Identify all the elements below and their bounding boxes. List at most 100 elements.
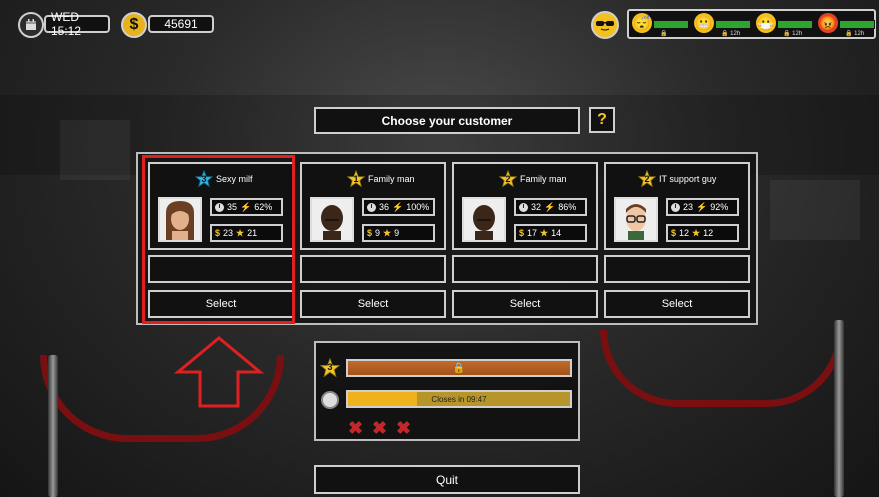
- customer-rating: 12: [703, 228, 714, 238]
- customer-level: 2: [644, 174, 650, 184]
- clock-icon: [321, 391, 339, 409]
- angry-face-icon: 😡: [818, 13, 838, 33]
- customer-money: 12: [679, 228, 690, 238]
- customer-satisfaction: 92%: [710, 202, 729, 212]
- strike-icon: ✖: [348, 418, 364, 438]
- level-star-icon: 2: [499, 170, 517, 188]
- money-rating-stat: $ 17 ★ 14: [514, 224, 587, 242]
- clock-icon: [671, 202, 680, 212]
- money-value: 45691: [164, 17, 198, 31]
- customer-name: Family man: [520, 174, 567, 184]
- time-satisfaction-stat: 32 ⚡ 86%: [514, 198, 587, 216]
- select-button[interactable]: Select: [604, 290, 750, 318]
- quit-button[interactable]: Quit: [314, 465, 580, 494]
- mood-timer-label: 12h: [854, 31, 865, 37]
- star-icon: ★: [540, 227, 549, 238]
- dialog-title: Choose your customer: [314, 107, 580, 134]
- customer-level: 2: [505, 174, 511, 184]
- tutorial-highlight-frame: [142, 155, 295, 324]
- customer-empty-slot: [452, 255, 598, 283]
- day-time-display: WED 15:12: [44, 10, 110, 38]
- mood-bar-grimace: [715, 20, 751, 29]
- lock-icon: 🔒: [660, 31, 668, 37]
- customer-time: 23: [683, 202, 694, 212]
- money-icon: $: [121, 12, 147, 38]
- time-satisfaction-stat: 36 ⚡ 100%: [362, 198, 435, 216]
- customer-rating: 14: [551, 228, 562, 238]
- progress-panel: 3 🔒 Closes in 09:47 ✖ ✖ ✖: [314, 341, 580, 441]
- glasses-man-portrait: [614, 197, 658, 242]
- level-star-icon: 3: [319, 357, 341, 378]
- customer-empty-slot: [300, 255, 446, 283]
- customer-info: 1 Family man 36 ⚡ 100% $ 9 ★ 9: [300, 162, 446, 250]
- day-time-text: WED 15:12: [51, 10, 82, 38]
- mood-timer-label: 12h: [730, 31, 741, 37]
- dialog-title-text: Choose your customer: [381, 113, 513, 128]
- customer-rating: 9: [394, 228, 400, 238]
- money-rating-stat: $ 9 ★ 9: [362, 224, 435, 242]
- grimace-face-icon: 😬: [694, 13, 714, 33]
- mood-bar-sleep: [653, 20, 689, 29]
- star-icon: ★: [383, 227, 392, 238]
- timer-text: Closes in 09:47: [431, 394, 487, 404]
- customer-level: 1: [353, 174, 359, 184]
- calendar-icon: [18, 12, 44, 38]
- customer-info: 2 IT support guy 23 ⚡ 92% $ 12 ★ 12: [604, 162, 750, 250]
- star-icon: ★: [692, 227, 701, 238]
- select-button-label: Select: [661, 298, 693, 310]
- help-icon: ?: [597, 111, 607, 128]
- customer-name: Family man: [368, 174, 415, 184]
- select-button[interactable]: Select: [452, 290, 598, 318]
- help-button[interactable]: ?: [589, 107, 615, 133]
- mood-lock-label: 🔒 12h: [783, 31, 803, 37]
- sunglasses-face-icon[interactable]: [591, 11, 619, 39]
- money-display: 45691: [148, 15, 214, 33]
- select-button-label: Select: [509, 298, 541, 310]
- dollar-icon: $: [367, 228, 373, 238]
- customer-card: 1 Family man 36 ⚡ 100% $ 9 ★ 9 Select: [300, 162, 446, 319]
- lightning-icon: ⚡: [544, 201, 556, 212]
- customer-money: 17: [527, 228, 538, 238]
- customer-money: 9: [375, 228, 381, 238]
- man-portrait: [310, 197, 354, 242]
- customer-info: 2 Family man 32 ⚡ 86% $ 17 ★ 14: [452, 162, 598, 250]
- up-arrow-icon: [174, 336, 264, 408]
- customer-card: 2 IT support guy 23 ⚡ 92% $ 12 ★ 12 Sele…: [604, 162, 750, 319]
- money-rating-stat: $ 12 ★ 12: [666, 224, 739, 242]
- select-button-label: Select: [357, 298, 389, 310]
- level-progress-bar: 🔒: [346, 359, 572, 377]
- customer-card: 2 Family man 32 ⚡ 86% $ 17 ★ 14 Select: [452, 162, 598, 319]
- mood-timer-label: 12h: [792, 31, 803, 37]
- clock-icon: [367, 202, 376, 212]
- dollar-icon: $: [671, 228, 677, 238]
- customer-empty-slot: [604, 255, 750, 283]
- select-button[interactable]: Select: [300, 290, 446, 318]
- mood-lock-label: 🔒 12h: [721, 31, 741, 37]
- lightning-icon: ⚡: [696, 201, 708, 212]
- strike-icon: ✖: [396, 418, 412, 438]
- customer-satisfaction: 100%: [406, 202, 430, 212]
- mood-bar-angry: [839, 20, 875, 29]
- mask-face-icon: 😷: [756, 13, 776, 33]
- man-portrait: [462, 197, 506, 242]
- timer-bar: Closes in 09:47: [346, 390, 572, 408]
- clock-icon: [519, 202, 528, 212]
- sleepy-face-icon: 😴: [632, 13, 652, 33]
- customer-time: 32: [531, 202, 542, 212]
- dollar-icon: $: [519, 228, 525, 238]
- lightning-icon: ⚡: [392, 201, 404, 212]
- customer-satisfaction: 86%: [558, 202, 577, 212]
- strike-icon: ✖: [372, 418, 388, 438]
- level-star-icon: 2: [638, 170, 656, 188]
- lock-icon: 🔒: [452, 362, 466, 374]
- level-star-icon: 1: [347, 170, 365, 188]
- time-satisfaction-stat: 23 ⚡ 92%: [666, 198, 739, 216]
- customer-name: IT support guy: [659, 174, 717, 184]
- customer-time: 36: [379, 202, 390, 212]
- quit-button-label: Quit: [435, 472, 458, 487]
- currency-symbol: $: [129, 16, 139, 33]
- mood-bar-mask: [777, 20, 813, 29]
- mood-panel: 😴 🔒 😬 🔒 12h 😷 🔒 12h 😡 🔒 12h: [627, 9, 876, 39]
- mood-lock-label: 🔒 12h: [845, 31, 865, 37]
- level-star-number: 3: [327, 362, 333, 372]
